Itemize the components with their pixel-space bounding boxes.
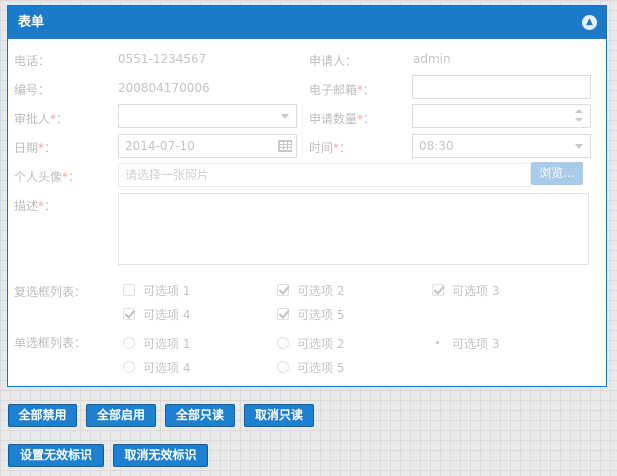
panel-header: 表单 ▲ [8,6,606,39]
date-picker[interactable]: 2014-07-10 [118,134,297,158]
number-label: 编号： [14,83,51,97]
checkmark-icon[interactable] [123,308,135,320]
phone-value: 0551-1234567 [118,52,207,66]
calendar-icon[interactable] [278,140,292,152]
radio-selected[interactable] [432,337,444,349]
applicant-label: 申请人： [309,54,358,68]
applicant-value: admin [413,52,451,66]
checkmark-icon[interactable] [277,308,289,320]
browse-button[interactable]: 浏览... [531,162,583,185]
description-textarea[interactable] [118,193,589,265]
cancel-readonly-button[interactable]: 取消只读 [244,404,314,427]
time-select[interactable]: 08:30 [412,134,591,158]
avatar-label: 个人头像*： [14,170,81,184]
date-label: 日期*： [14,141,57,155]
quantity-stepper[interactable] [412,104,591,128]
number-value: 200804170006 [118,81,210,95]
panel-title: 表单 [18,15,45,30]
avatar-file-input[interactable]: 请选择一张照片 [118,163,531,187]
checkbox[interactable] [123,284,135,296]
enable-all-button[interactable]: 全部启用 [86,404,156,427]
caret-down-icon [575,144,583,149]
approver-select[interactable] [118,104,297,128]
cancel-invalid-button[interactable]: 取消无效标识 [113,444,208,467]
phone-label: 电话： [14,54,51,68]
spinner-down-icon[interactable] [575,118,583,122]
caret-down-icon [281,114,289,119]
disable-all-button[interactable]: 全部禁用 [8,404,77,427]
spinner-up-icon[interactable] [575,109,583,113]
radio[interactable] [123,361,135,373]
checkmark-icon[interactable] [277,284,289,296]
radio[interactable] [277,337,289,349]
readonly-all-button[interactable]: 全部只读 [165,404,235,427]
email-label: 电子邮箱*： [309,83,376,97]
description-label: 描述*： [14,199,57,213]
checkmark-icon[interactable] [432,284,444,296]
radio[interactable] [123,337,135,349]
set-invalid-button[interactable]: 设置无效标识 [8,444,104,467]
approver-label: 审批人*： [14,112,69,126]
checkbox-list-label: 复选框列表： [14,285,87,299]
chevron-up-icon[interactable]: ▲ [582,15,597,30]
radio-list-label: 单选框列表： [14,336,87,350]
radio[interactable] [277,361,289,373]
email-field[interactable] [412,75,591,99]
time-label: 时间*： [309,141,352,155]
quantity-label: 申请数量*： [309,112,376,126]
